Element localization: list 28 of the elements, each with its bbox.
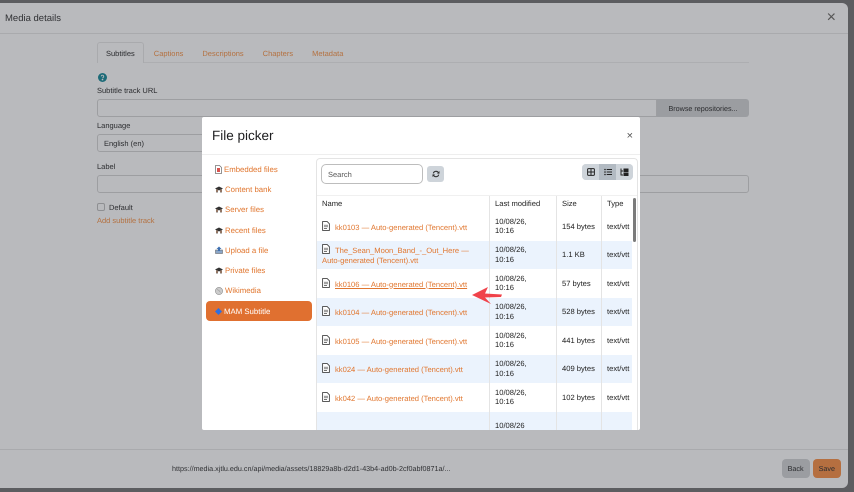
diamond-icon [215,308,222,315]
upload-icon [215,246,223,254]
url-input-field[interactable] [97,99,657,117]
refresh-icon [432,170,440,178]
document-icon [215,164,222,174]
document-icon [322,220,330,230]
document-icon [322,334,330,344]
globe-icon [215,286,223,295]
mortarboard-icon [215,226,223,234]
view-mode-button[interactable] [599,164,616,180]
close-button[interactable]: × [822,10,840,26]
mortarboard-icon [215,267,223,274]
scrollbar-thumb[interactable] [633,198,636,242]
document-icon [322,244,330,254]
checkbox[interactable] [97,203,105,211]
document-icon [322,278,330,288]
document-icon [322,392,330,402]
document-icon [322,306,330,316]
mortarboard-icon [215,186,223,193]
help-icon [98,73,107,82]
close-button[interactable]: × [624,130,635,142]
tree-icon [620,168,629,176]
grid-icon [586,168,594,176]
refresh-button[interactable] [427,166,444,182]
document-icon [322,363,330,373]
list-icon [604,168,612,176]
dialog-title: Media details [5,12,62,24]
mortarboard-icon [215,206,223,214]
